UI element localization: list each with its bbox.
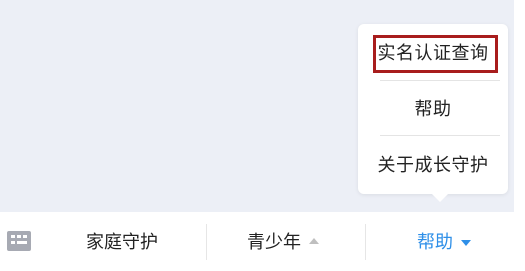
tab-family-protection[interactable]: 家庭守护 bbox=[86, 229, 158, 257]
tab-label: 家庭守护 bbox=[86, 232, 158, 253]
menu-divider bbox=[380, 135, 500, 136]
tab-divider bbox=[206, 224, 207, 260]
menu-item-about-growth-protection[interactable]: 关于成长守护 bbox=[358, 154, 508, 178]
right-edge bbox=[514, 0, 525, 271]
keyboard-icon[interactable] bbox=[7, 231, 31, 251]
tab-divider bbox=[365, 224, 366, 260]
tab-label: 帮助 bbox=[417, 232, 453, 253]
menu-item-help[interactable]: 帮助 bbox=[358, 98, 508, 122]
tab-label: 青少年 bbox=[247, 232, 301, 253]
caret-up-icon bbox=[309, 238, 319, 244]
menu-divider bbox=[380, 80, 500, 81]
caret-down-icon bbox=[461, 240, 471, 246]
menu-item-real-name-verification[interactable]: 实名认证查询 bbox=[358, 42, 508, 66]
tab-youth[interactable]: 青少年 bbox=[247, 229, 319, 257]
popup-menu: 实名认证查询 帮助 关于成长守护 bbox=[358, 24, 508, 194]
popup-arrow bbox=[432, 194, 448, 202]
tab-help[interactable]: 帮助 bbox=[417, 229, 471, 257]
